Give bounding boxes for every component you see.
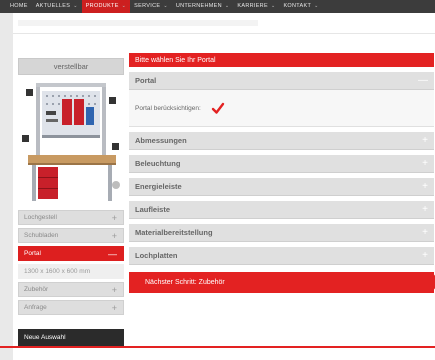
chevron-down-icon: ⌄ <box>73 3 78 9</box>
section-lochplatten[interactable]: Lochplatten + <box>129 247 434 265</box>
nav-home[interactable]: HOME <box>6 0 32 13</box>
nav-service-label: SERVICE <box>134 3 161 9</box>
section-energieleiste[interactable]: Energieleiste + <box>129 178 434 196</box>
nav-aktuelles-label: AKTUELLES <box>35 3 71 9</box>
plus-icon: + <box>422 204 428 215</box>
chevron-down-icon: ⌄ <box>314 3 319 9</box>
section-abmessungen[interactable]: Abmessungen + <box>129 132 434 150</box>
minus-icon: — <box>108 248 117 259</box>
nav-kontakt-label: KONTAKT <box>283 3 312 9</box>
top-navigation: HOME AKTUELLES ⌄ PRODUKTE ⌄ SERVICE ⌄ UNTER… <box>0 0 435 13</box>
plus-icon: + <box>111 212 117 223</box>
instruction-banner: Bitte wählen Sie Ihr Portal <box>129 53 434 67</box>
section-portal[interactable]: Portal — <box>129 72 434 90</box>
workbench-illustration <box>22 83 120 201</box>
chevron-down-icon: ⌄ <box>163 3 168 9</box>
option-label: Zubehör <box>24 286 49 293</box>
option-label: Lochgestell <box>24 214 57 221</box>
portal-options: Portal berücksichtigen: <box>129 90 434 127</box>
chevron-down-icon: ⌄ <box>224 3 230 9</box>
section-label: Beleuchtung <box>135 159 181 168</box>
plus-icon: + <box>422 181 428 192</box>
plus-icon: + <box>422 227 428 238</box>
new-selection-button[interactable]: Neue Auswahl <box>18 329 124 346</box>
next-step-button[interactable]: Nächster Schritt: Zubehör <box>129 272 435 293</box>
option-zubehoer[interactable]: Zubehör + <box>18 282 124 297</box>
configurator-main: Bitte wählen Sie Ihr Portal Portal — Por… <box>129 53 435 293</box>
section-label: Portal <box>135 76 157 85</box>
plus-icon: + <box>111 230 117 241</box>
plus-icon: + <box>422 250 428 261</box>
chevron-down-icon: ⌄ <box>121 3 127 9</box>
nav-unternehmen-label: UNTERNEHMEN <box>175 3 222 9</box>
nav-produkte-label: PRODUKTE <box>85 3 119 9</box>
nav-unternehmen[interactable]: UNTERNEHMEN ⌄ <box>172 0 234 13</box>
nav-kontakt[interactable]: KONTAKT ⌄ <box>279 0 322 13</box>
dimensions-text: 1300 x 1600 x 600 mm <box>24 268 91 275</box>
option-label: Schubladen <box>24 232 59 239</box>
section-beleuchtung[interactable]: Beleuchtung + <box>129 155 434 173</box>
minus-icon: — <box>418 75 428 86</box>
option-label: Anfrage <box>24 304 47 311</box>
portal-consider-label: Portal berücksichtigen: <box>135 104 201 112</box>
plus-icon: + <box>111 284 117 295</box>
section-label: Lochplatten <box>135 251 178 260</box>
checkmark-icon[interactable] <box>211 101 225 115</box>
plus-icon: + <box>422 158 428 169</box>
option-schubladen[interactable]: Schubladen + <box>18 228 124 243</box>
plus-icon: + <box>422 135 428 146</box>
breadcrumb-placeholder <box>18 20 258 26</box>
option-label: Portal <box>24 250 41 257</box>
section-label: Materialbereitstellung <box>135 228 213 237</box>
section-materialbereitstellung[interactable]: Materialbereitstellung + <box>129 224 434 242</box>
option-portal[interactable]: Portal — <box>18 246 124 261</box>
section-laufleiste[interactable]: Laufleiste + <box>129 201 434 219</box>
plus-icon: + <box>111 302 117 313</box>
nav-karriere-label: KARRIERE <box>237 3 268 9</box>
divider <box>13 33 435 34</box>
footer-accent-line <box>0 346 435 348</box>
nav-home-label: HOME <box>10 3 28 9</box>
section-label: Laufleiste <box>135 205 171 214</box>
section-label: Energieleiste <box>135 182 182 191</box>
option-lochgestell[interactable]: Lochgestell + <box>18 210 124 225</box>
section-label: Abmessungen <box>135 136 187 145</box>
nav-karriere[interactable]: KARRIERE ⌄ <box>233 0 279 13</box>
nav-service[interactable]: SERVICE ⌄ <box>130 0 172 13</box>
next-step-label: Nächster Schritt: Zubehör <box>145 279 225 286</box>
product-variant-header: verstellbar <box>18 58 124 75</box>
option-anfrage[interactable]: Anfrage + <box>18 300 124 315</box>
chevron-down-icon: ⌄ <box>270 3 276 9</box>
configurator-sidebar: verstellbar Lochgestell + Schubladen + P… <box>18 58 124 346</box>
page-content: verstellbar Lochgestell + Schubladen + P… <box>13 13 435 360</box>
dimensions-info: 1300 x 1600 x 600 mm <box>18 264 124 279</box>
nav-produkte[interactable]: PRODUKTE ⌄ <box>81 0 131 13</box>
nav-aktuelles[interactable]: AKTUELLES ⌄ <box>32 0 82 13</box>
workbench-image <box>18 77 124 207</box>
